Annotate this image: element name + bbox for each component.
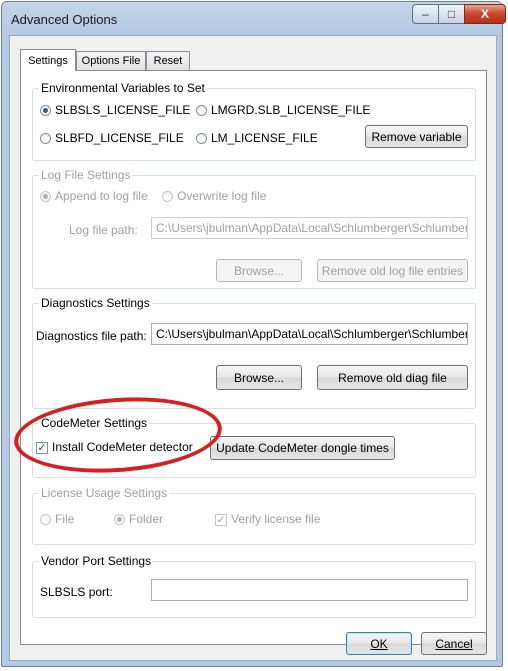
maximize-button[interactable]: □ [438,4,465,24]
update-codemeter-button[interactable]: Update CodeMeter dongle times [210,436,395,460]
env-vars-group: Environmental Variables to Set SLBSLS_LI… [32,81,476,161]
vendor-port-legend: Vendor Port Settings [39,554,154,568]
radio-lm-license-file[interactable]: LM_LICENSE_FILE [196,131,318,145]
radio-overwrite-log[interactable]: Overwrite log file [162,189,266,203]
slbsls-port-input[interactable] [151,579,468,601]
radio-selected-icon [114,514,125,526]
radio-usage-file[interactable]: File [40,512,74,526]
close-icon: X [480,7,489,21]
codemeter-group: CodeMeter Settings ✓ Install CodeMeter de… [32,416,476,478]
diag-browse-button[interactable]: Browse... [216,365,302,390]
log-path-input[interactable]: C:\Users\jbulman\AppData\Local\Schlumber… [151,217,468,239]
settings-tab-panel: Environmental Variables to Set SLBSLS_LI… [20,70,487,645]
codemeter-legend: CodeMeter Settings [39,416,150,430]
radio-icon [40,133,51,145]
checkmark-icon: ✓ [36,441,48,454]
window-title: Advanced Options [11,12,118,27]
diagnostics-legend: Diagnostics Settings [39,296,152,310]
radio-icon [196,133,207,145]
license-usage-legend: License Usage Settings [39,486,170,500]
ok-button[interactable]: OK [346,632,412,655]
remove-variable-button[interactable]: Remove variable [365,125,468,148]
radio-usage-folder[interactable]: Folder [114,512,163,526]
checkmark-icon: ✓ [215,513,227,526]
vendor-port-group: Vendor Port Settings SLBSLS port: [32,554,476,618]
title-bar[interactable]: Advanced Options – □ X [2,2,506,36]
diag-path-input[interactable]: C:\Users\jbulman\AppData\Local\Schlumber… [151,323,468,345]
remove-old-diag-button[interactable]: Remove old diag file [317,365,468,390]
license-usage-group: License Usage Settings File Folder ✓ Veri… [32,486,476,545]
radio-append-log[interactable]: Append to log file [40,189,148,203]
log-file-legend: Log File Settings [39,168,133,182]
slbsls-port-label: SLBSLS port: [40,585,113,599]
remove-old-log-button[interactable]: Remove old log file entries [317,259,468,282]
minimize-icon: – [422,7,429,21]
minimize-button[interactable]: – [412,4,439,24]
log-file-group: Log File Settings Append to log file Ove… [32,168,476,289]
verify-license-checkbox[interactable]: ✓ Verify license file [215,512,320,526]
close-button[interactable]: X [464,4,506,24]
radio-slbfd-license-file[interactable]: SLBFD_LICENSE_FILE [40,131,184,145]
dialog-client-area: Settings Options File Reset Environmenta… [9,35,497,661]
advanced-options-window: Advanced Options – □ X Settings Options … [1,1,506,667]
log-browse-button[interactable]: Browse... [216,259,302,282]
radio-selected-icon [40,191,51,203]
radio-slbsls-license-file[interactable]: SLBSLS_LICENSE_FILE [40,103,190,117]
radio-icon [196,105,207,117]
tab-options-file[interactable]: Options File [76,51,146,70]
diag-path-label: Diagnostics file path: [36,329,147,343]
tab-settings[interactable]: Settings [20,49,76,71]
radio-icon [162,191,173,203]
radio-icon [40,514,51,526]
log-path-label: Log file path: [69,223,138,237]
radio-lmgrd-slb-license-file[interactable]: LMGRD.SLB_LICENSE_FILE [196,103,370,117]
cancel-button[interactable]: Cancel [421,632,487,655]
env-vars-legend: Environmental Variables to Set [39,81,207,95]
tab-reset[interactable]: Reset [146,51,190,70]
diagnostics-group: Diagnostics Settings Diagnostics file pa… [32,296,476,409]
radio-selected-icon [40,105,51,117]
maximize-icon: □ [447,7,456,21]
install-codemeter-checkbox[interactable]: ✓ Install CodeMeter detector [36,440,193,454]
